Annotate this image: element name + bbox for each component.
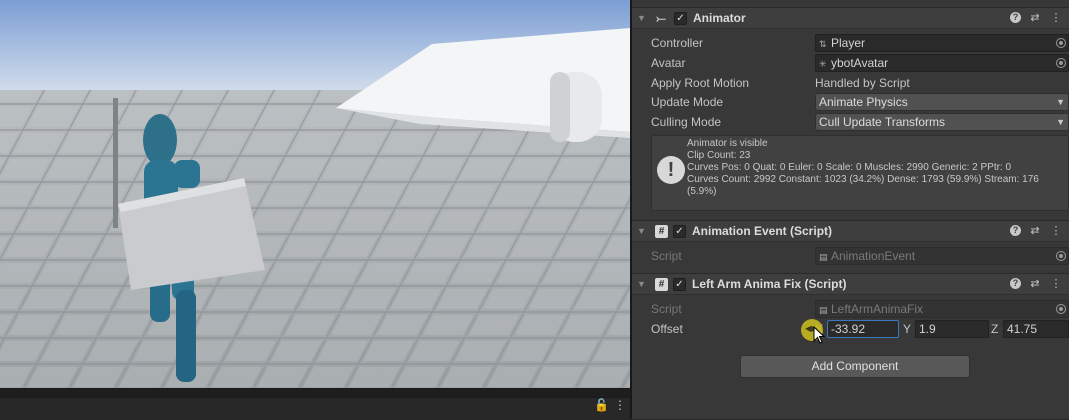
object-picker-icon[interactable] <box>1056 38 1066 48</box>
component-menu-icon[interactable]: ⋮ <box>1049 224 1063 237</box>
animator-controller-icon: ⇅ <box>819 39 827 49</box>
offset-x-input[interactable]: -33.92 <box>827 320 899 338</box>
mouse-pointer-icon <box>813 326 825 344</box>
offset-label: Offset <box>651 322 683 336</box>
avatar-icon: ✳ <box>819 59 827 69</box>
controller-row: Controller ⇅ Player <box>651 34 1069 52</box>
offset-y-input[interactable]: 1.9 <box>915 320 989 338</box>
object-picker-icon <box>1056 304 1066 314</box>
controller-field[interactable]: ⇅ Player <box>815 34 1069 52</box>
component-menu-icon[interactable]: ⋮ <box>1049 11 1063 24</box>
animator-info-box: ! Animator is visible Clip Count: 23 Cur… <box>651 135 1069 211</box>
scene-footer-strip <box>0 397 630 420</box>
help-icon[interactable]: ? <box>1010 278 1021 289</box>
fold-arrow-icon[interactable]: ▼ <box>637 279 651 289</box>
offset-row: Offset X -33.92 Y 1.9 Z 41.75 <box>651 320 1069 338</box>
animation-event-header[interactable]: ▼ # ✓ Animation Event (Script) ? ⇄ ⋮ <box>632 220 1069 242</box>
offset-z-input[interactable]: 41.75 <box>1003 320 1069 338</box>
presets-icon[interactable]: ⇄ <box>1028 11 1042 24</box>
apply-root-motion-value: Handled by Script <box>815 76 910 90</box>
component-menu-icon[interactable]: ⋮ <box>1049 277 1063 290</box>
avatar-label: Avatar <box>651 56 686 70</box>
script-field: ▤ AnimationEvent <box>815 247 1069 265</box>
z-axis-label[interactable]: Z <box>991 322 998 336</box>
update-mode-label: Update Mode <box>651 95 724 109</box>
help-icon[interactable]: ? <box>1010 225 1021 236</box>
fold-arrow-icon[interactable]: ▼ <box>637 226 651 236</box>
component-title: Animator <box>693 11 746 25</box>
apply-root-motion-label: Apply Root Motion <box>651 76 750 90</box>
script-file-icon: ▤ <box>819 252 828 262</box>
controller-value: Player <box>831 36 866 50</box>
apply-root-motion-row: Apply Root Motion Handled by Script <box>651 74 1069 92</box>
chevron-down-icon: ▼ <box>1056 117 1065 127</box>
info-line: Animator is visible <box>687 138 768 149</box>
avatar-value: ybotAvatar <box>831 56 889 70</box>
chevron-down-icon: ▼ <box>1056 97 1065 107</box>
animator-component-icon: ⤚ <box>656 10 666 25</box>
script-value: AnimationEvent <box>831 249 916 263</box>
animation-event-enabled-checkbox[interactable]: ✓ <box>673 224 686 238</box>
script-file-icon: ▤ <box>819 305 828 315</box>
update-mode-row: Update Mode Animate Physics ▼ <box>651 93 1069 111</box>
script-field: ▤ LeftArmAnimaFix <box>815 300 1069 318</box>
ground-tiles <box>0 90 630 388</box>
inspector-panel: ▼ ⤚ ✓ Animator ? ⇄ ⋮ Controller ⇅ Player … <box>632 0 1069 419</box>
lock-icon[interactable]: 🔓 <box>594 399 609 411</box>
script-icon: # <box>655 224 668 238</box>
update-mode-value: Animate Physics <box>819 95 908 109</box>
culling-mode-value: Cull Update Transforms <box>819 115 946 129</box>
update-mode-dropdown[interactable]: Animate Physics ▼ <box>815 93 1069 111</box>
presets-icon[interactable]: ⇄ <box>1028 277 1042 290</box>
add-component-button[interactable]: Add Component <box>740 355 970 378</box>
fold-arrow-icon[interactable]: ▼ <box>637 13 651 23</box>
scene-footer-bar: 🔓 ⋮ <box>0 388 630 420</box>
presets-icon[interactable]: ⇄ <box>1028 224 1042 237</box>
script-label: Script <box>651 249 682 263</box>
culling-mode-label: Culling Mode <box>651 115 722 129</box>
help-icon[interactable]: ? <box>1010 12 1021 23</box>
left-arm-fix-header[interactable]: ▼ # ✓ Left Arm Anima Fix (Script) ? ⇄ ⋮ <box>632 273 1069 295</box>
object-picker-icon[interactable] <box>1056 58 1066 68</box>
object-picker-icon <box>1056 251 1066 261</box>
animation-event-script-row: Script ▤ AnimationEvent <box>651 247 1069 265</box>
left-arm-fix-script-row: Script ▤ LeftArmAnimaFix <box>651 300 1069 318</box>
info-exclamation-icon: ! <box>657 156 685 184</box>
component-title: Left Arm Anima Fix (Script) <box>692 277 847 291</box>
y-axis-label[interactable]: Y <box>903 322 911 336</box>
scene-viewport[interactable] <box>0 0 630 388</box>
component-title: Animation Event (Script) <box>692 224 833 238</box>
left-arm-fix-enabled-checkbox[interactable]: ✓ <box>673 277 686 291</box>
scene-view[interactable] <box>0 0 630 388</box>
info-line: Curves Pos: 0 Quat: 0 Euler: 0 Scale: 0 … <box>687 162 1012 173</box>
animator-enabled-checkbox[interactable]: ✓ <box>674 11 687 25</box>
animator-header[interactable]: ▼ ⤚ ✓ Animator ? ⇄ ⋮ <box>632 7 1069 29</box>
info-line: Curves Count: 2992 Constant: 1023 (34.2%… <box>687 174 1039 185</box>
culling-mode-row: Culling Mode Cull Update Transforms ▼ <box>651 113 1069 131</box>
script-value: LeftArmAnimaFix <box>831 302 924 316</box>
kebab-menu-icon[interactable]: ⋮ <box>614 399 626 411</box>
controller-label: Controller <box>651 36 704 50</box>
capsule <box>550 72 602 142</box>
script-icon: # <box>655 277 668 291</box>
avatar-row: Avatar ✳ ybotAvatar <box>651 54 1069 72</box>
info-line: (5.9%) <box>687 186 717 197</box>
script-label: Script <box>651 302 682 316</box>
info-line: Clip Count: 23 <box>687 150 751 161</box>
culling-mode-dropdown[interactable]: Cull Update Transforms ▼ <box>815 113 1069 131</box>
avatar-field[interactable]: ✳ ybotAvatar <box>815 54 1069 72</box>
